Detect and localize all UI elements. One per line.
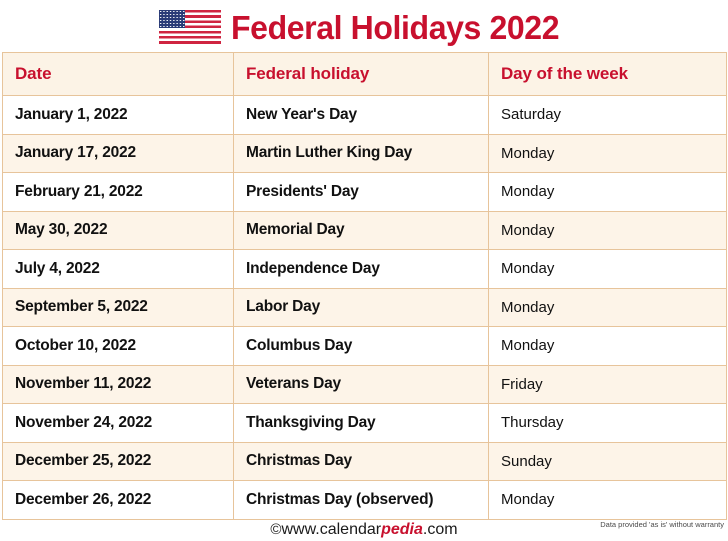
- table-row: January 17, 2022 Martin Luther King Day Mo…: [2, 133, 727, 173]
- table-row: October 10, 2022 Columbus Day Monday: [2, 326, 727, 366]
- table-row: December 25, 2022 Christmas Day Sunday: [2, 441, 727, 481]
- cell-day: Friday: [488, 364, 727, 404]
- copyright-symbol: ©: [270, 521, 282, 538]
- cell-holiday: Labor Day: [233, 287, 489, 327]
- table-row: September 5, 2022 Labor Day Monday: [2, 287, 727, 327]
- cell-date: January 17, 2022: [2, 133, 234, 173]
- column-header-date: Date: [2, 52, 234, 96]
- cell-date: November 24, 2022: [2, 403, 234, 443]
- cell-holiday: Veterans Day: [233, 364, 489, 404]
- cell-day: Monday: [488, 249, 727, 289]
- table-row: May 30, 2022 Memorial Day Monday: [2, 210, 727, 250]
- table-row: November 11, 2022 Veterans Day Friday: [2, 364, 727, 404]
- column-header-day: Day of the week: [488, 52, 727, 96]
- table-row: February 21, 2022 Presidents' Day Monday: [2, 172, 727, 212]
- site-name-suffix: .com: [422, 521, 458, 538]
- cell-day: Monday: [488, 287, 727, 327]
- cell-holiday: Christmas Day (observed): [233, 480, 489, 520]
- table-row: January 1, 2022 New Year's Day Saturday: [2, 95, 727, 135]
- table-header-row: Date Federal holiday Day of the week: [2, 52, 727, 96]
- table-body: January 1, 2022 New Year's Day Saturday Jan…: [2, 95, 727, 520]
- cell-day: Monday: [488, 480, 727, 520]
- cell-holiday: Independence Day: [233, 249, 489, 289]
- site-name-accent: pedia: [381, 521, 423, 538]
- cell-day: Monday: [488, 172, 727, 212]
- cell-date: January 1, 2022: [2, 95, 234, 135]
- cell-holiday: Martin Luther King Day: [233, 133, 489, 173]
- site-name-prefix: www.calendar: [281, 521, 382, 538]
- cell-date: September 5, 2022: [2, 287, 234, 327]
- cell-holiday: Memorial Day: [233, 210, 489, 250]
- us-flag-icon: [158, 10, 221, 44]
- page-title: Federal Holidays 2022: [230, 8, 560, 46]
- cell-date: May 30, 2022: [2, 210, 234, 250]
- cell-holiday: New Year's Day: [233, 95, 489, 135]
- cell-day: Thursday: [488, 403, 727, 443]
- column-header-holiday: Federal holiday: [233, 52, 489, 96]
- federal-holidays-table: Date Federal holiday Day of the week Jan…: [2, 52, 727, 520]
- cell-holiday: Presidents' Day: [233, 172, 489, 212]
- cell-date: July 4, 2022: [2, 249, 234, 289]
- table-row: July 4, 2022 Independence Day Monday: [2, 249, 727, 289]
- cell-holiday: Christmas Day: [233, 441, 489, 481]
- cell-date: November 11, 2022: [2, 364, 234, 404]
- cell-date: October 10, 2022: [2, 326, 234, 366]
- cell-day: Sunday: [488, 441, 727, 481]
- table-header: Date Federal holiday Day of the week: [2, 52, 727, 96]
- cell-holiday: Thanksgiving Day: [233, 403, 489, 443]
- cell-holiday: Columbus Day: [233, 326, 489, 366]
- cell-date: December 26, 2022: [2, 480, 234, 520]
- page-header: Federal Holidays 2022: [0, 0, 728, 52]
- cell-day: Saturday: [488, 95, 727, 135]
- page-footer: ©www.calendarpedia.com Data provided 'as…: [0, 519, 728, 541]
- cell-day: Monday: [488, 326, 727, 366]
- table-row: December 26, 2022 Christmas Day (observed…: [2, 480, 727, 520]
- cell-date: December 25, 2022: [2, 441, 234, 481]
- cell-day: Monday: [488, 133, 727, 173]
- data-disclaimer: Data provided 'as is' without warranty: [600, 520, 724, 529]
- cell-date: February 21, 2022: [2, 172, 234, 212]
- table-row: November 24, 2022 Thanksgiving Day Thursda…: [2, 403, 727, 443]
- cell-day: Monday: [488, 210, 727, 250]
